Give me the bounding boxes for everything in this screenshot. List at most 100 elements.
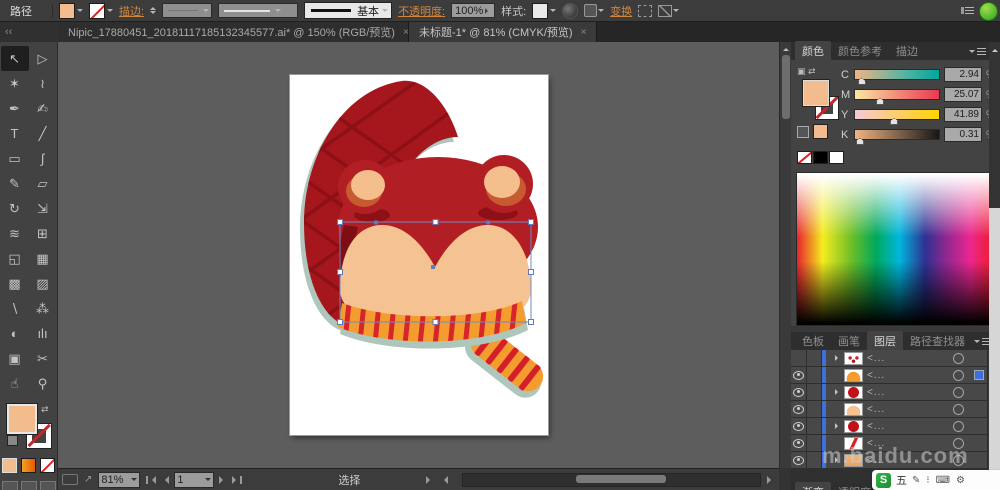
ime-mic-icon[interactable]: ⁝ [926,475,929,486]
fill-color-button[interactable] [59,2,83,19]
expand-toggle[interactable] [832,406,844,412]
toolbar-collapse-button[interactable]: ‹‹ [0,22,58,42]
chevron-down-icon[interactable] [131,478,138,484]
target-circle-icon[interactable] [953,369,964,381]
layer-thumbnail[interactable] [844,351,863,365]
panel-tab[interactable]: 色板 [795,331,831,351]
stroke-none-swatch[interactable] [89,2,105,19]
visibility-toggle[interactable] [791,401,807,417]
previous-artboard-button[interactable] [161,475,170,484]
slider-handle[interactable] [890,118,899,125]
fill-proxy-swatch[interactable] [6,404,37,434]
layer-row[interactable]: <... [791,367,1000,384]
vertical-scroll-thumb[interactable] [781,55,790,119]
opacity-link[interactable]: 不透明度: [398,3,445,19]
visibility-toggle[interactable] [791,384,807,400]
style-swatch[interactable] [532,2,549,19]
horizontal-scrollbar[interactable] [462,472,761,487]
layer-name[interactable]: <... [867,404,953,415]
brush-definition-dropdown[interactable]: 基本 [304,2,393,19]
transform-link[interactable]: 变换 [610,3,632,19]
white-swatch[interactable] [829,151,844,164]
artboard-tool[interactable]: ▣ [1,346,29,371]
artboard[interactable] [290,75,548,435]
chevron-down-icon[interactable] [673,9,680,15]
touch-workspace-icon[interactable] [62,474,78,485]
slider-handle[interactable] [857,78,866,85]
visibility-toggle[interactable] [791,452,807,468]
control-panel-menu-icon[interactable] [961,7,974,14]
ime-mode-label[interactable]: 五 [896,472,907,488]
layer-row[interactable]: <... [791,384,1000,401]
target-circle-icon[interactable] [953,386,964,398]
panel-tab[interactable]: 图层 [867,331,903,351]
last-artboard-button[interactable] [232,475,243,484]
chevron-down-icon[interactable] [77,9,83,15]
stroke-link[interactable]: 描边: [119,3,144,19]
expand-toggle[interactable] [832,423,844,429]
curvature-tool[interactable]: ✍ [29,96,57,121]
ime-logo[interactable]: S [876,472,891,488]
channel-value-field[interactable]: 41.89 [944,107,982,122]
pen-tool[interactable]: ✒ [1,96,29,121]
chevron-down-icon[interactable] [203,9,210,15]
lasso-tool[interactable]: ≀ [29,71,57,96]
layer-name[interactable]: <... [867,421,953,432]
gamut-color-swatch[interactable] [813,124,828,139]
next-artboard-button[interactable] [219,475,227,484]
layer-row[interactable]: <... [791,401,1000,418]
channel-value-field[interactable]: 25.07 [944,87,982,102]
layer-thumbnail[interactable] [844,402,863,416]
ime-float-ball-icon[interactable] [979,2,998,21]
eyedropper-tool[interactable]: ∖ [1,296,29,321]
target-circle-icon[interactable] [953,403,964,415]
isolate-mode-icon[interactable] [658,4,680,17]
scroll-right-icon[interactable] [767,475,775,484]
layer-row[interactable]: <... [791,418,1000,435]
collapse-left-icon[interactable]: ‹‹ [5,26,12,38]
layer-thumbnail[interactable] [844,385,863,399]
ime-settings-icon[interactable]: ⚙ [956,475,965,486]
ime-toolbar[interactable]: S 五 ✎ ⁝ ⌨ ⚙ [872,470,1000,490]
layer-row[interactable]: <... [791,350,1000,367]
close-icon[interactable]: × [403,27,408,38]
status-expand-icon[interactable] [426,475,434,484]
visibility-toggle[interactable] [791,435,807,451]
fill-proxy-swatch[interactable] [803,80,829,106]
layer-name[interactable]: <... [867,353,953,364]
zoom-tool[interactable]: ⚲ [29,371,57,396]
lock-column[interactable] [807,384,822,400]
lock-column[interactable] [807,401,822,417]
hand-tool[interactable]: ☝ [1,371,29,396]
stroke-weight-stepper[interactable] [150,4,157,17]
canvas[interactable] [58,42,779,468]
chevron-down-icon[interactable] [598,9,605,15]
layer-thumbnail[interactable] [844,419,863,433]
expand-toggle[interactable] [832,389,844,395]
draw-behind-icon[interactable] [20,481,37,490]
out-of-gamut-cube-icon[interactable] [797,126,809,138]
visibility-toggle[interactable] [791,418,807,434]
direct-selection-tool[interactable]: ▷ [29,46,57,71]
zoom-level-dropdown[interactable]: 81% [98,471,141,488]
eraser-tool[interactable]: ▱ [29,171,57,196]
style-dropdown[interactable] [532,2,557,19]
default-fill-stroke-icon[interactable] [6,435,18,446]
panel-tab[interactable]: 颜色 [795,41,831,61]
lock-column[interactable] [807,452,822,468]
ime-pen-icon[interactable]: ✎ [912,475,920,486]
puppet-warp-tool[interactable]: ⊞ [29,221,57,246]
scroll-left-icon[interactable] [440,475,449,484]
channel-slider[interactable] [854,69,940,85]
none-mode-button[interactable] [40,458,55,473]
ime-keyboard-icon[interactable]: ⌨ [936,475,950,486]
chevron-down-icon[interactable] [107,9,113,15]
gradient-mode-button[interactable] [21,458,36,473]
channel-slider[interactable] [854,129,940,145]
panel-tab[interactable]: 颜色参考 [831,41,889,61]
channel-slider[interactable] [854,89,940,105]
visibility-toggle[interactable] [791,367,807,383]
draw-inside-icon[interactable] [39,481,56,490]
chevron-down-icon[interactable] [275,9,282,15]
shape-builder-tool[interactable]: ◱ [1,246,29,271]
